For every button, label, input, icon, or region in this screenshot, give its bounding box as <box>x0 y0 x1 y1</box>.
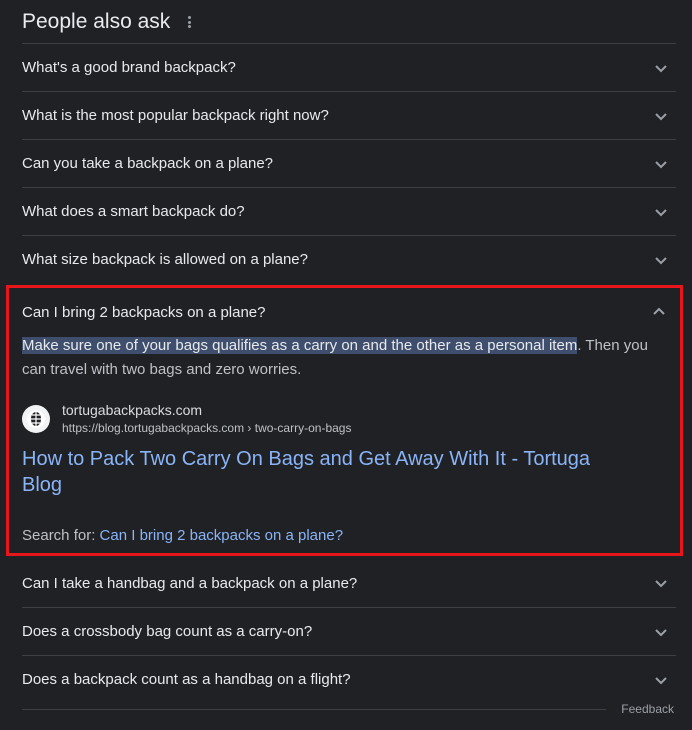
chevron-down-icon <box>654 576 668 590</box>
question-row[interactable]: Does a backpack count as a handbag on a … <box>22 655 676 703</box>
question-text: Does a crossbody bag count as a carry-on… <box>22 623 313 640</box>
search-for-link[interactable]: Can I bring 2 backpacks on a plane? <box>100 527 344 544</box>
source-info[interactable]: tortugabackpacks.com https://blog.tortug… <box>22 401 351 437</box>
divider <box>22 709 606 710</box>
source-url: https://blog.tortugabackpacks.com › two-… <box>62 421 352 435</box>
result-title-link[interactable]: How to Pack Two Carry On Bags and Get Aw… <box>22 446 632 498</box>
question-text: What does a smart backpack do? <box>22 203 245 220</box>
feedback-link[interactable]: Feedback <box>621 702 674 716</box>
question-row[interactable]: What size backpack is allowed on a plane… <box>22 235 676 283</box>
more-options-icon[interactable] <box>184 14 194 30</box>
question-text: Does a backpack count as a handbag on a … <box>22 671 351 688</box>
expanded-question-text: Can I bring 2 backpacks on a plane? <box>22 303 266 321</box>
chevron-down-icon <box>654 61 668 75</box>
question-row[interactable]: What's a good brand backpack? <box>22 43 676 91</box>
question-row[interactable]: What does a smart backpack do? <box>22 187 676 235</box>
paa-title: People also ask <box>22 10 171 33</box>
answer-highlight: Make sure one of your bags qualifies as … <box>22 337 578 354</box>
answer-snippet: Make sure one of your bags qualifies as … <box>22 334 672 382</box>
search-for: Search for: Can I bring 2 backpacks on a… <box>22 527 343 544</box>
source-site-name: tortugabackpacks.com <box>62 402 203 418</box>
search-for-label: Search for: <box>22 527 100 544</box>
chevron-down-icon <box>654 109 668 123</box>
question-row[interactable]: Can I take a handbag and a backpack on a… <box>22 559 676 607</box>
chevron-down-icon <box>654 205 668 219</box>
chevron-down-icon <box>654 253 668 267</box>
question-row[interactable]: What is the most popular backpack right … <box>22 91 676 139</box>
question-text: What is the most popular backpack right … <box>22 107 329 124</box>
questions-list-top: What's a good brand backpack? What is th… <box>22 43 676 283</box>
site-favicon-icon <box>22 405 50 433</box>
question-text: Can I take a handbag and a backpack on a… <box>22 574 358 592</box>
chevron-up-icon <box>652 305 666 319</box>
question-row[interactable]: Does a crossbody bag count as a carry-on… <box>22 607 676 655</box>
paa-header: People also ask <box>22 7 194 37</box>
expanded-question-panel: Can I bring 2 backpacks on a plane? Make… <box>6 285 683 556</box>
chevron-down-icon <box>654 157 668 171</box>
questions-list-bottom: Can I take a handbag and a backpack on a… <box>22 559 676 703</box>
question-text: Can you take a backpack on a plane? <box>22 155 274 172</box>
question-text: What's a good brand backpack? <box>22 59 236 76</box>
expanded-question-header[interactable]: Can I bring 2 backpacks on a plane? <box>22 296 676 328</box>
chevron-down-icon <box>654 625 668 639</box>
question-row[interactable]: Can you take a backpack on a plane? <box>22 139 676 187</box>
chevron-down-icon <box>654 673 668 687</box>
question-text: What size backpack is allowed on a plane… <box>22 251 308 268</box>
